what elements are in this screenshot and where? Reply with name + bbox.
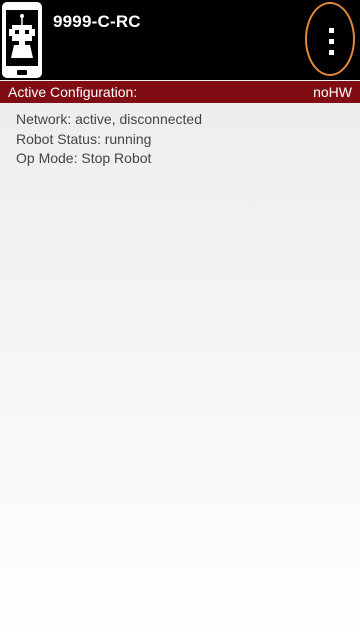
status-panel: Network: active, disconnected Robot Stat… <box>16 110 202 169</box>
overflow-menu-icon-dot <box>329 39 334 44</box>
active-configuration-label: Active Configuration: <box>8 84 138 100</box>
overflow-menu-button[interactable] <box>305 2 355 76</box>
robot-phone-icon <box>0 0 44 80</box>
op-mode-status: Op Mode: Stop Robot <box>16 150 152 166</box>
overflow-menu-icon-dot <box>329 50 334 55</box>
active-configuration-value: noHW <box>313 84 352 100</box>
overflow-menu-icon-dot <box>329 28 334 33</box>
network-status: Network: active, disconnected <box>16 111 202 127</box>
app-title: 9999-C-RC <box>53 12 141 31</box>
active-configuration-bar: Active Configuration: noHW <box>0 81 360 103</box>
top-app-bar: 9999-C-RC <box>0 0 360 80</box>
robot-status: Robot Status: running <box>16 130 152 147</box>
